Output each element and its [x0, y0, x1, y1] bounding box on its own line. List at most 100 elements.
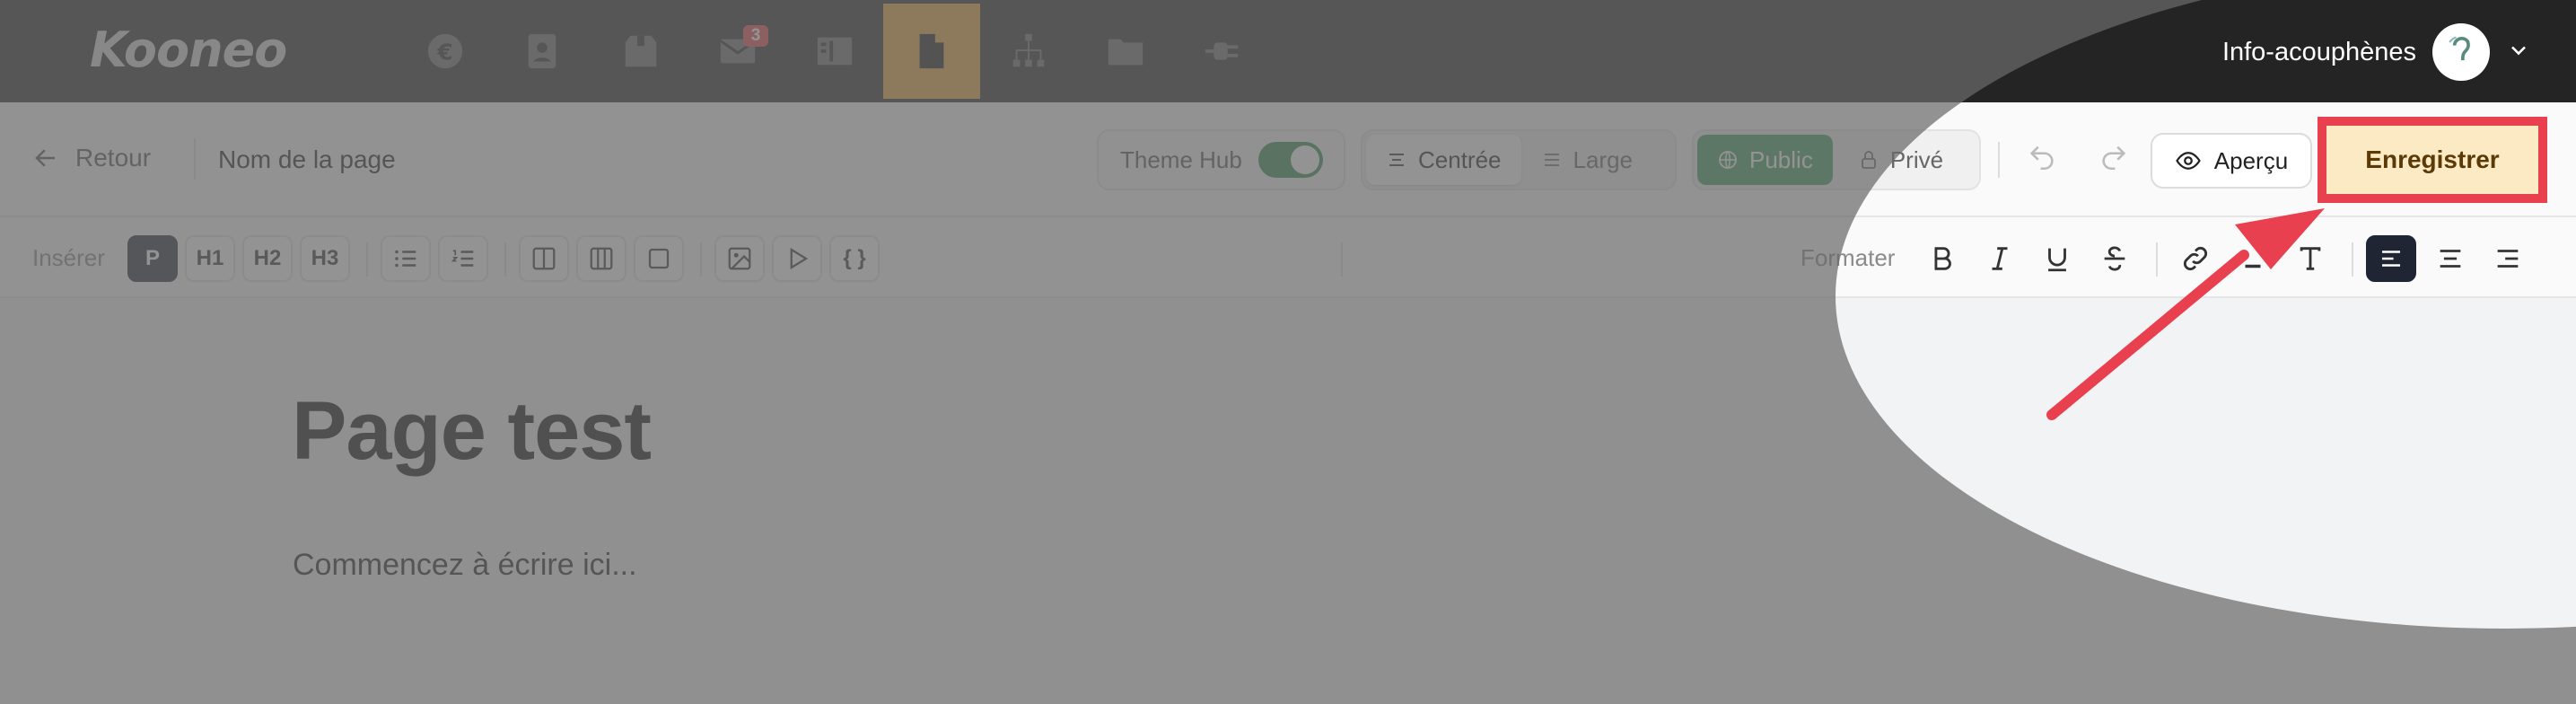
code-button[interactable]: { } [829, 235, 880, 282]
page-header: Retour Nom de la page Theme Hub Centrée … [0, 102, 2576, 217]
align-left-button[interactable] [2366, 235, 2416, 282]
account-menu[interactable]: Info-acouphènes [2222, 23, 2531, 81]
nav-mail-icon[interactable]: 3 [689, 4, 786, 99]
strikethrough-icon [2104, 246, 2125, 271]
visibility-public-button[interactable]: Public [1697, 135, 1833, 185]
align-center-icon [2440, 250, 2461, 268]
theme-hub-toggle-group: Theme Hub [1097, 129, 1345, 190]
menu-icon [1544, 154, 1559, 166]
italic-icon [1992, 247, 2008, 270]
image-icon [728, 247, 751, 270]
nav-columns-icon[interactable] [786, 4, 883, 99]
align-left-icon [2382, 251, 2400, 267]
preview-label: Aperçu [2213, 146, 2289, 174]
nav-contacts-icon[interactable] [494, 4, 591, 99]
undo-icon[interactable] [2027, 142, 2057, 172]
nav-euro-icon[interactable]: € [397, 4, 494, 99]
two-columns-icon [532, 247, 556, 270]
h2-button[interactable]: H2 [242, 235, 293, 282]
bold-icon [1934, 247, 1951, 270]
history-controls [2027, 142, 2129, 172]
align-right-icon [2497, 250, 2519, 268]
mail-badge: 3 [743, 25, 768, 47]
video-button[interactable] [772, 235, 822, 282]
save-label: Enregistrer [2365, 145, 2500, 173]
numbered-list-button[interactable] [438, 235, 488, 282]
layout-centered-button[interactable]: Centrée [1366, 135, 1521, 185]
visibility-switch: Public Privé [1692, 129, 1981, 190]
account-name: Info-acouphènes [2221, 37, 2416, 66]
editor-content[interactable]: Page test Commencez à écrire ici... [0, 298, 2576, 704]
lock-icon [1861, 151, 1876, 169]
visibility-private-button[interactable]: Privé [1838, 135, 1963, 185]
insert-label: Insérer [32, 244, 105, 271]
divider [2352, 242, 2353, 277]
two-columns-button[interactable] [519, 235, 569, 282]
editor-toolbar: Insérer P H1 H2 H3 { } Formater [0, 217, 2576, 298]
top-navigation: Kooneo € 3 Info-acouphènes [0, 0, 2576, 102]
nav-sitemap-icon[interactable] [980, 4, 1077, 99]
theme-hub-toggle[interactable] [1257, 142, 1323, 178]
link-button[interactable] [2172, 235, 2219, 282]
text-color-button[interactable] [2230, 235, 2276, 282]
divider [366, 242, 368, 277]
divider [2156, 242, 2158, 277]
globe-icon [1719, 151, 1737, 169]
paragraph-button[interactable]: P [127, 235, 178, 282]
back-button[interactable]: Retour [32, 144, 151, 172]
redo-icon[interactable] [2098, 142, 2129, 172]
visibility-public-label: Public [1749, 145, 1813, 173]
nav-folder-icon[interactable] [1077, 4, 1174, 99]
play-icon [790, 247, 809, 270]
svg-text:€: € [436, 40, 452, 66]
format-label: Formater [1801, 244, 1896, 271]
h1-button[interactable]: H1 [185, 235, 235, 282]
image-button[interactable] [714, 235, 765, 282]
page-name[interactable]: Nom de la page [218, 145, 396, 174]
chevron-down-icon[interactable] [2506, 38, 2531, 67]
italic-button[interactable] [1976, 235, 2023, 282]
bold-button[interactable] [1919, 235, 1966, 282]
theme-hub-label: Theme Hub [1120, 145, 1242, 173]
eye-icon [2176, 152, 2201, 170]
divider [504, 242, 506, 277]
page-root: Kooneo € 3 Info-acouphènes Retour Nom de… [0, 0, 2576, 704]
divider [194, 138, 196, 180]
avatar[interactable] [2432, 23, 2490, 81]
save-button[interactable]: Enregistrer [2318, 117, 2547, 203]
text-style-button[interactable] [2287, 235, 2334, 282]
three-columns-icon [590, 247, 613, 270]
content-placeholder[interactable]: Commencez à écrire ici... [293, 548, 637, 583]
arrow-left-icon [35, 149, 55, 167]
block-button[interactable] [634, 235, 684, 282]
text-icon [2300, 247, 2321, 270]
nav-page-icon[interactable] [883, 4, 980, 99]
layout-switch: Centrée Large [1361, 129, 1677, 190]
divider [700, 242, 702, 277]
layout-wide-label: Large [1573, 145, 1634, 173]
three-columns-button[interactable] [576, 235, 626, 282]
layout-centered-label: Centrée [1418, 145, 1502, 173]
align-center-icon [1389, 154, 1404, 166]
nav-plug-icon[interactable] [1174, 4, 1271, 99]
page-title[interactable]: Page test [292, 384, 652, 479]
divider [1998, 142, 2000, 178]
preview-button[interactable]: Aperçu [2151, 133, 2312, 189]
visibility-private-label: Privé [1889, 145, 1944, 173]
divider [1341, 242, 1343, 277]
h3-button[interactable]: H3 [300, 235, 350, 282]
underline-icon [2048, 248, 2066, 272]
strikethrough-button[interactable] [2091, 235, 2138, 282]
bullet-list-icon [395, 250, 416, 268]
logo[interactable]: Kooneo [90, 22, 287, 78]
square-icon [648, 248, 670, 269]
numbered-list-icon [451, 250, 474, 267]
layout-wide-button[interactable]: Large [1521, 135, 1653, 185]
nav-box-icon[interactable] [592, 4, 689, 99]
align-right-button[interactable] [2484, 235, 2531, 282]
align-center-button[interactable] [2427, 235, 2474, 282]
text-color-icon [2245, 264, 2261, 268]
underline-button[interactable] [2034, 235, 2081, 282]
back-label: Retour [75, 144, 152, 172]
bullet-list-button[interactable] [381, 235, 431, 282]
